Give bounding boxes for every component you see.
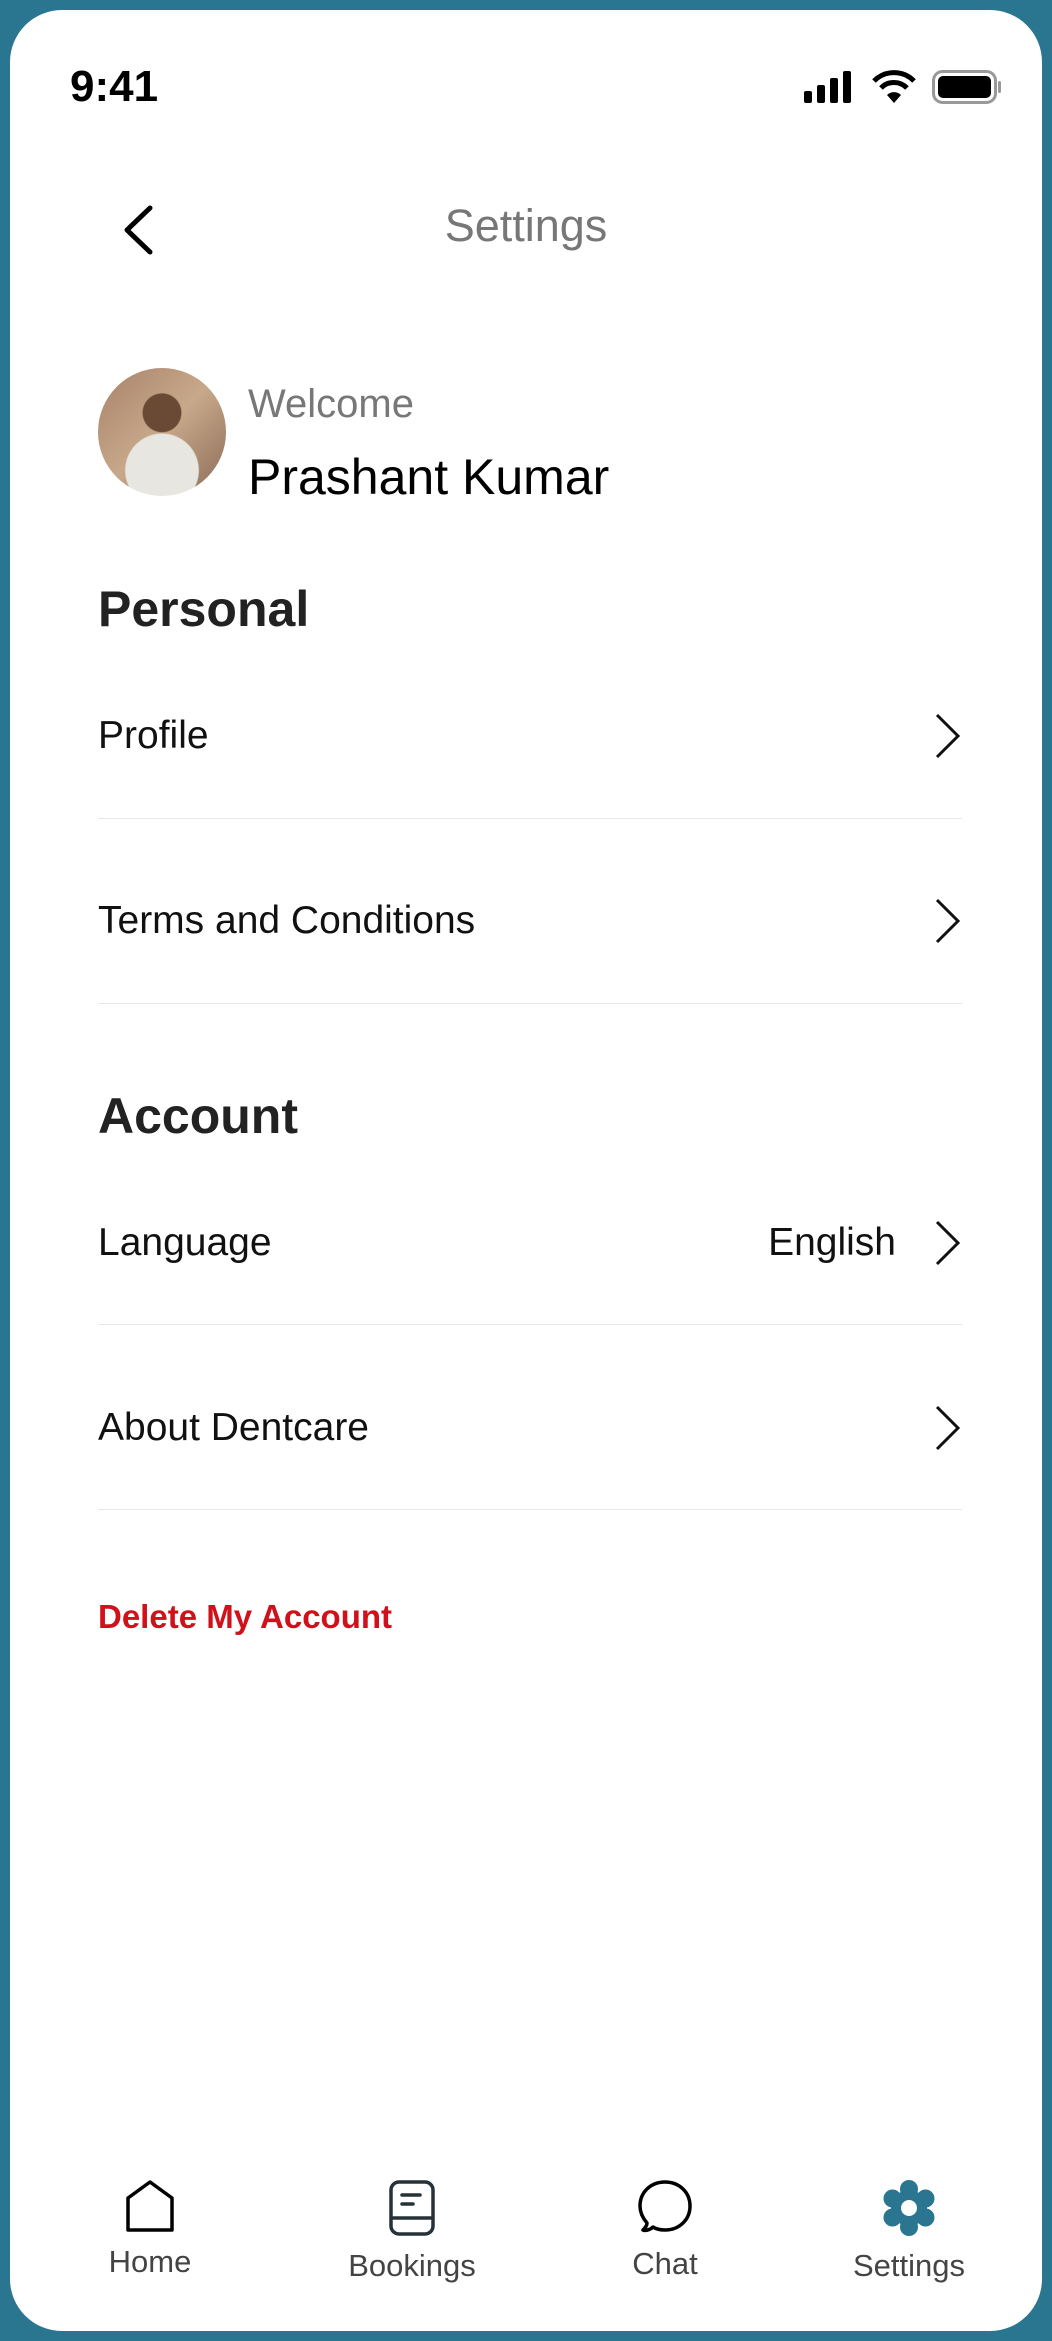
language-value: English	[768, 1221, 896, 1264]
nav-settings[interactable]: Settings	[809, 2180, 1009, 2284]
chat-icon	[638, 2180, 692, 2233]
signal-icon	[804, 71, 851, 103]
row-label: Language	[98, 1221, 272, 1264]
chevron-right-icon	[935, 1220, 961, 1266]
status-time: 9:41	[70, 62, 159, 111]
user-name: Prashant Kumar	[248, 449, 610, 505]
page-title: Settings	[444, 200, 608, 251]
row-label: Terms and Conditions	[98, 899, 476, 942]
settings-row-profile[interactable]: Profile	[98, 691, 962, 781]
settings-row-about[interactable]: About Dentcare	[98, 1383, 962, 1473]
row-label: About Dentcare	[98, 1406, 370, 1449]
section-title-personal: Personal	[98, 581, 310, 637]
nav-label: Home	[108, 2244, 192, 2279]
chevron-right-icon	[935, 713, 961, 759]
bookings-icon	[389, 2180, 435, 2236]
nav-label: Settings	[852, 2248, 965, 2283]
divider	[98, 1324, 962, 1325]
settings-row-terms[interactable]: Terms and Conditions	[98, 876, 962, 966]
divider	[98, 818, 962, 819]
divider	[98, 1509, 962, 1510]
wifi-icon	[872, 70, 916, 103]
home-icon	[126, 2180, 174, 2232]
divider	[98, 1003, 962, 1004]
settings-row-language[interactable]: Language English	[98, 1198, 962, 1288]
row-label: Profile	[98, 714, 209, 757]
nav-home[interactable]: Home	[50, 2180, 250, 2280]
avatar[interactable]	[98, 368, 226, 496]
battery-icon	[932, 70, 1001, 104]
section-title-account: Account	[98, 1088, 298, 1144]
nav-label: Bookings	[348, 2248, 476, 2283]
gear-icon	[883, 2180, 935, 2236]
phone-screen: 9:41 Settings Welcome Prashant Kumar Per…	[10, 10, 1042, 2331]
chevron-right-icon	[935, 1405, 961, 1451]
nav-label: Chat	[632, 2246, 698, 2281]
welcome-text: Welcome	[248, 382, 414, 426]
nav-chat[interactable]: Chat	[565, 2180, 765, 2282]
chevron-right-icon	[935, 898, 961, 944]
status-icons	[804, 70, 1002, 104]
delete-account-button[interactable]: Delete My Account	[98, 1598, 392, 1636]
nav-bookings[interactable]: Bookings	[312, 2180, 512, 2284]
